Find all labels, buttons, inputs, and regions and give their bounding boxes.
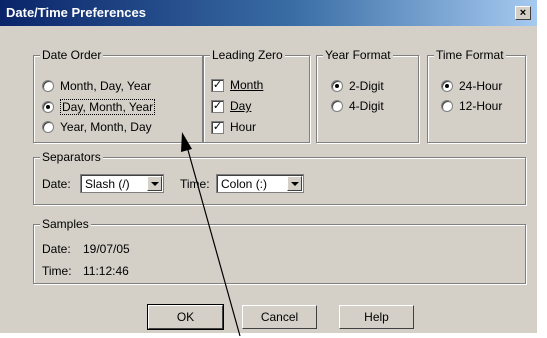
- annotation-arrow: [181, 132, 241, 337]
